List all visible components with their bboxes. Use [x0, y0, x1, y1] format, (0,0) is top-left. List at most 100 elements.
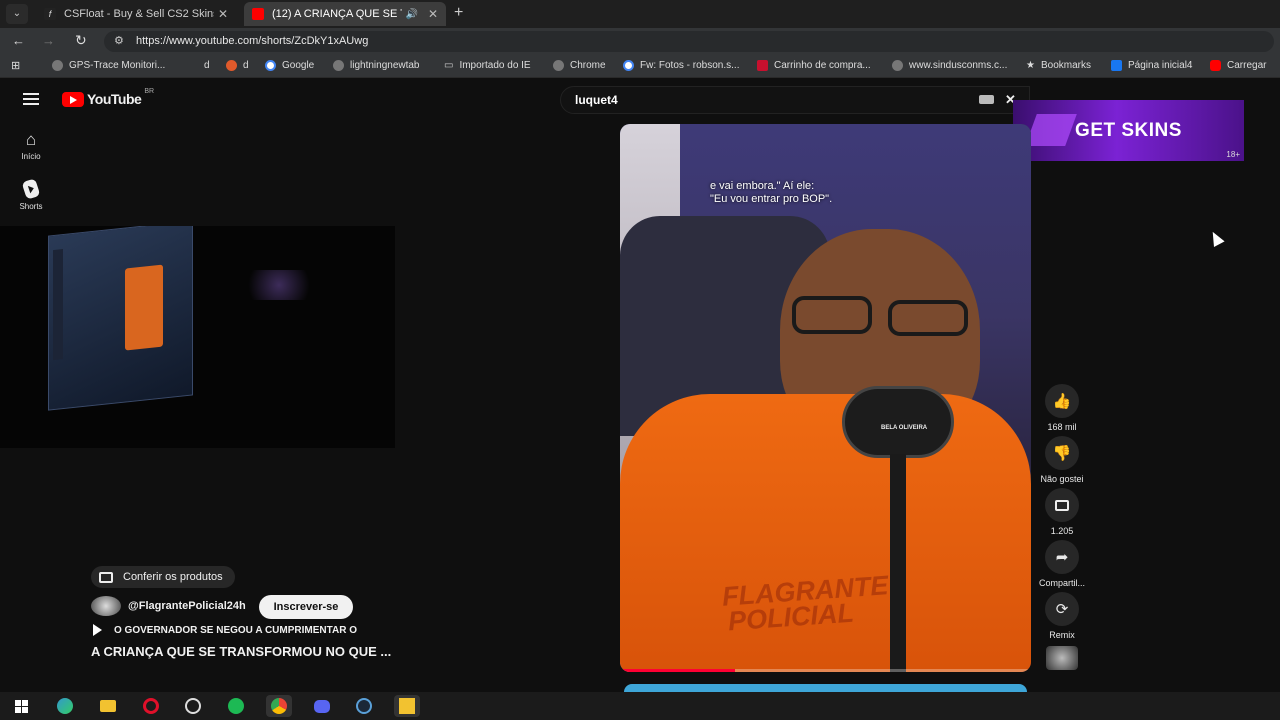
video-progress-bar[interactable] — [620, 669, 1031, 672]
obs-app-icon[interactable] — [394, 695, 420, 717]
tab-bar: ⌄ f CSFloat - Buy & Sell CS2 Skins ✕ (12… — [0, 0, 1280, 28]
csfloat-favicon-icon: f — [44, 8, 56, 20]
sidebar-item-shorts[interactable]: Shorts — [0, 178, 62, 211]
next-short-preview[interactable] — [624, 684, 1027, 692]
bookmark-chrome[interactable]: Chrome — [553, 60, 606, 71]
comment-icon — [1045, 488, 1079, 522]
bookmark-carregar[interactable]: Carregar — [1210, 60, 1266, 71]
glasses — [792, 296, 978, 336]
google-icon — [265, 60, 276, 71]
share-button[interactable]: ➦ Compartil... — [1036, 540, 1088, 588]
bookmark-gps-trace[interactable]: GPS-Trace Monitori... — [52, 60, 165, 71]
channel-avatar[interactable] — [91, 596, 121, 616]
home-icon: ⌂ — [25, 130, 37, 149]
tab-search-button[interactable]: ⌄ — [6, 4, 28, 24]
tab-title: (12) A CRIANÇA QUE SE TR — [272, 8, 402, 20]
bookmark-d2[interactable]: d — [226, 60, 249, 71]
bookmark-bookmarks[interactable]: ★ Bookmarks — [1026, 60, 1091, 71]
globe-icon — [892, 60, 903, 71]
video-title[interactable]: A CRIANÇA QUE SE TRANSFORMOU NO QUE ... — [91, 644, 391, 659]
facebook-icon — [1111, 60, 1122, 71]
youtube-play-icon — [62, 91, 84, 107]
shorts-icon — [21, 178, 41, 200]
file-explorer-icon[interactable] — [95, 695, 121, 717]
playlist-link[interactable]: O GOVERNADOR SE NEGOU A CUMPRIMENTAR O — [93, 624, 357, 636]
channel-name[interactable]: @FlagrantePolicial24h — [128, 600, 246, 612]
microphone: BELA OLIVEIRA — [842, 386, 954, 458]
opera-icon[interactable] — [138, 695, 164, 717]
speaker-icon[interactable]: 🔊 — [406, 9, 418, 20]
bookmark-sinduscon[interactable]: www.sindusconms.c... — [892, 60, 1007, 71]
menu-icon[interactable] — [23, 93, 39, 105]
tab-csfloat[interactable]: f CSFloat - Buy & Sell CS2 Skins ✕ — [36, 2, 236, 26]
spotify-icon[interactable] — [223, 695, 249, 717]
subscribe-button[interactable]: Inscrever-se — [259, 595, 353, 619]
tab-youtube[interactable]: (12) A CRIANÇA QUE SE TR 🔊 ✕ — [244, 2, 446, 26]
caption-line-2: "Eu vou entrar pro BOP". — [710, 193, 833, 205]
get-skins-ad[interactable]: GET SKINS 18+ — [1013, 100, 1244, 161]
remix-button[interactable]: ⟳ Remix — [1036, 592, 1088, 640]
windows-taskbar — [0, 692, 1280, 720]
webcam-overlay — [0, 226, 395, 448]
sidebar-item-inicio[interactable]: ⌂ Início — [0, 130, 62, 161]
bookmark-importado[interactable]: ▭ Importado do IE — [444, 60, 531, 71]
webcam-lights — [238, 270, 320, 300]
close-tab-icon[interactable]: ✕ — [218, 7, 228, 21]
mic-stand — [890, 454, 906, 672]
apps-grid-icon[interactable]: ⊞ — [11, 59, 20, 72]
google-icon — [623, 60, 634, 71]
comments-button[interactable]: 1.205 — [1036, 488, 1088, 536]
keyboard-icon[interactable] — [979, 95, 994, 104]
ad-label: GET SKINS — [1075, 120, 1182, 141]
steam-icon[interactable] — [351, 695, 377, 717]
forward-icon[interactable]: → — [42, 33, 55, 48]
remix-icon: ⟳ — [1045, 592, 1079, 626]
channel-avatar-small[interactable] — [1046, 646, 1078, 670]
new-tab-button[interactable]: + — [454, 4, 463, 22]
bookmark-pagina-inicial[interactable]: Página inicial4 — [1111, 60, 1193, 71]
reload-icon[interactable]: ↻ — [75, 32, 87, 49]
caption-line-1: e vai embora." Aí ele: — [710, 180, 815, 192]
app-icon[interactable] — [180, 695, 206, 717]
shopping-bag-icon — [99, 571, 113, 583]
like-button[interactable]: 👍 168 mil — [1036, 384, 1088, 432]
like-icon: 👍 — [1045, 384, 1079, 418]
bookmark-favicon-icon — [226, 60, 237, 71]
edge-icon[interactable] — [52, 695, 78, 717]
bookmark-carrinho[interactable]: Carrinho de compra... — [757, 60, 871, 71]
dislike-button[interactable]: 👎 Não gostei — [1036, 436, 1088, 484]
url-field[interactable]: ⚙ https://www.youtube.com/shorts/ZcDkY1x… — [104, 31, 1274, 52]
youtube-logo[interactable]: YouTube BR — [62, 88, 154, 107]
url-text: https://www.youtube.com/shorts/ZcDkY1xAU… — [136, 35, 369, 47]
youtube-favicon-icon — [252, 8, 264, 20]
bookmark-lightning[interactable]: lightningnewtab — [333, 60, 420, 71]
youtube-page: YouTube BR ⌂ Início Shorts luquet4 ✕ GET… — [0, 78, 1280, 692]
youtube-icon — [1210, 60, 1221, 71]
dislike-icon: 👎 — [1045, 436, 1079, 470]
bookmarks-bar: ⊞ GPS-Trace Monitori... d d Google light… — [0, 55, 1280, 78]
site-info-icon[interactable]: ⚙ — [114, 31, 124, 52]
bookmark-d[interactable]: d — [204, 60, 210, 71]
share-icon: ➦ — [1045, 540, 1079, 574]
back-icon[interactable]: ← — [12, 33, 25, 48]
shop-icon — [757, 60, 768, 71]
close-tab-icon[interactable]: ✕ — [428, 7, 438, 21]
globe-icon — [333, 60, 344, 71]
globe-icon — [52, 60, 63, 71]
webcam-monitor — [48, 226, 193, 411]
tab-title: CSFloat - Buy & Sell CS2 Skins — [64, 8, 214, 20]
address-toolbar: ← → ↻ ⚙ https://www.youtube.com/shorts/Z… — [0, 28, 1280, 55]
folder-icon: ▭ — [444, 60, 454, 71]
search-input[interactable]: luquet4 ✕ — [560, 86, 1030, 114]
bookmark-google[interactable]: Google — [265, 60, 314, 71]
ad-age-badge: 18+ — [1226, 150, 1240, 159]
products-button[interactable]: Conferir os produtos — [91, 566, 235, 588]
bookmark-fw-fotos[interactable]: Fw: Fotos - robson.s... — [623, 60, 739, 71]
windows-start-icon[interactable] — [8, 695, 34, 717]
play-icon — [93, 624, 102, 636]
globe-icon — [553, 60, 564, 71]
star-icon: ★ — [1026, 60, 1035, 71]
shorts-video-player[interactable]: BELA OLIVEIRA e vai embora." Aí ele: "Eu… — [620, 124, 1031, 672]
discord-icon[interactable] — [309, 695, 335, 717]
chrome-icon[interactable] — [266, 695, 292, 717]
